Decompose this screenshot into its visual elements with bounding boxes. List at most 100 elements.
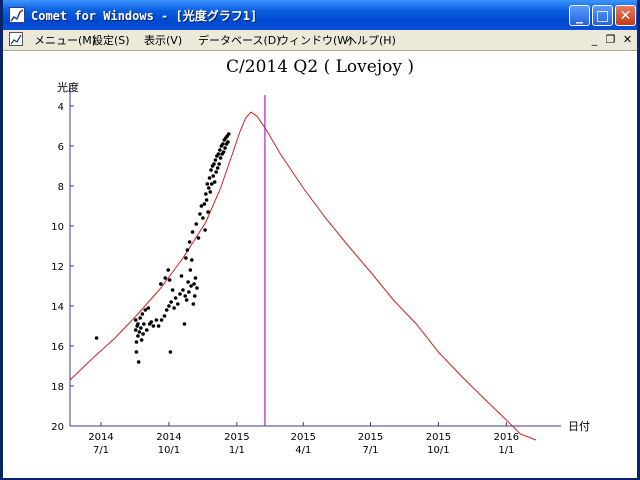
observation-point <box>221 150 226 154</box>
menu-bar: メニュー(M) 設定(S) 表示(V) データベース(D) ウィンドウ(W) ヘ… <box>3 30 637 49</box>
menu-view[interactable]: 表示(V) <box>144 32 182 48</box>
observation-point <box>186 280 190 284</box>
document-icon[interactable] <box>9 32 23 46</box>
close-icon: ✕ <box>619 7 632 24</box>
observation-point <box>191 302 196 306</box>
x-tick-date: 1/1 <box>229 445 245 456</box>
observation-point <box>212 162 216 166</box>
x-tick-date: 4/1 <box>295 445 311 456</box>
observation-point <box>209 168 213 172</box>
observation-point <box>214 170 218 174</box>
observation-point <box>182 322 187 326</box>
x-tick-date: 7/1 <box>362 445 378 456</box>
x-tick-date: 10/1 <box>427 445 449 456</box>
observation-point <box>136 360 141 364</box>
observation-point <box>202 202 207 206</box>
observation-point <box>218 156 223 160</box>
observation-point <box>141 332 145 336</box>
close-button[interactable]: ✕ <box>615 5 636 26</box>
mdi-close-icon[interactable]: ✕ <box>621 33 634 46</box>
observation-point <box>198 212 202 216</box>
observation-point <box>163 276 168 280</box>
menu-window[interactable]: ウィンドウ(W) <box>278 32 352 48</box>
menu-database[interactable]: データベース(D) <box>198 32 281 48</box>
observation-point <box>203 228 207 232</box>
observation-point <box>138 316 142 320</box>
window-title: Comet for Windows - [光度グラフ1] <box>31 9 258 23</box>
y-tick-label: 6 <box>58 142 64 153</box>
y-tick-label: 8 <box>58 182 64 193</box>
observation-point <box>170 288 175 292</box>
observation-point <box>167 278 172 282</box>
observation-point <box>189 284 193 288</box>
menu-menu[interactable]: メニュー(M) <box>34 32 96 48</box>
observation-point <box>159 318 164 322</box>
y-tick-label: 12 <box>51 262 64 273</box>
comet-app-icon[interactable] <box>9 7 25 23</box>
observation-point <box>169 300 173 304</box>
x-tick-year: 2015 <box>426 432 451 443</box>
observation-point <box>204 198 209 202</box>
observation-point <box>215 166 220 170</box>
observation-point <box>226 140 230 144</box>
observation-point <box>184 298 189 302</box>
x-tick-date: 10/1 <box>158 445 180 456</box>
observation-point <box>134 340 139 344</box>
mdi-minimize-icon[interactable]: _ <box>588 33 601 46</box>
observation-point <box>212 180 217 184</box>
x-tick-year: 2014 <box>88 432 113 443</box>
x-tick-year: 2016 <box>494 432 519 443</box>
observation-point <box>139 326 143 330</box>
mdi-restore-icon[interactable]: ❐ <box>604 33 617 46</box>
y-tick-label: 14 <box>51 302 64 313</box>
minimize-icon: _ <box>576 7 583 24</box>
observation-point <box>185 248 190 252</box>
observation-point <box>133 328 138 332</box>
x-axis-label: 日付 <box>568 420 590 433</box>
observation-point <box>188 268 193 272</box>
observation-point <box>187 290 191 294</box>
y-tick-label: 20 <box>51 422 64 433</box>
observation-point <box>151 324 156 328</box>
observation-point <box>179 274 184 278</box>
observation-point <box>166 268 170 272</box>
light-curve-chart: 4 6 8 10 12 14 16 18 20 2014 7/1 2014 10/1 2015 1/1 201… <box>51 80 590 456</box>
observation-point <box>144 328 149 332</box>
x-tick-date: 1/1 <box>498 445 514 456</box>
y-axis-label: 光度 <box>57 80 79 94</box>
observation-point <box>140 312 145 316</box>
observation-point <box>216 152 221 156</box>
maximize-button[interactable]: □ <box>592 5 613 26</box>
observation-point <box>193 276 198 280</box>
observation-point <box>136 334 140 338</box>
observation-point <box>190 230 195 234</box>
observation-point <box>208 190 213 194</box>
observation-point <box>137 330 142 334</box>
observation-point <box>184 256 188 260</box>
y-tick-label: 4 <box>58 102 64 113</box>
observation-point <box>146 306 151 310</box>
y-tick-label: 18 <box>51 382 64 393</box>
observation-point <box>195 286 199 290</box>
maximize-icon: □ <box>595 7 610 24</box>
title-bar[interactable]: Comet for Windows - [光度グラフ1] _ □ ✕ <box>3 0 637 30</box>
predicted-magnitude-curve <box>69 111 537 441</box>
observation-point <box>133 318 138 322</box>
observation-point <box>221 142 225 146</box>
minimize-button[interactable]: _ <box>569 5 590 26</box>
observation-point <box>207 186 211 190</box>
observation-point <box>149 320 154 324</box>
observation-point <box>173 296 178 300</box>
x-tick-year: 2015 <box>291 432 316 443</box>
observation-point <box>142 322 146 326</box>
observation-point <box>190 258 194 262</box>
observation-point <box>209 182 214 186</box>
observation-point <box>168 350 173 354</box>
observation-point <box>204 192 208 196</box>
x-tick-year: 2015 <box>224 432 249 443</box>
observation-point <box>134 350 139 354</box>
menu-settings[interactable]: 設定(S) <box>92 32 130 48</box>
graph-document: C/2014 Q2 ( Lovejoy ) 4 6 8 10 12 14 16 18 20 201… <box>3 50 637 478</box>
observation-point <box>194 222 199 226</box>
menu-help[interactable]: ヘルプ(H) <box>346 32 396 48</box>
